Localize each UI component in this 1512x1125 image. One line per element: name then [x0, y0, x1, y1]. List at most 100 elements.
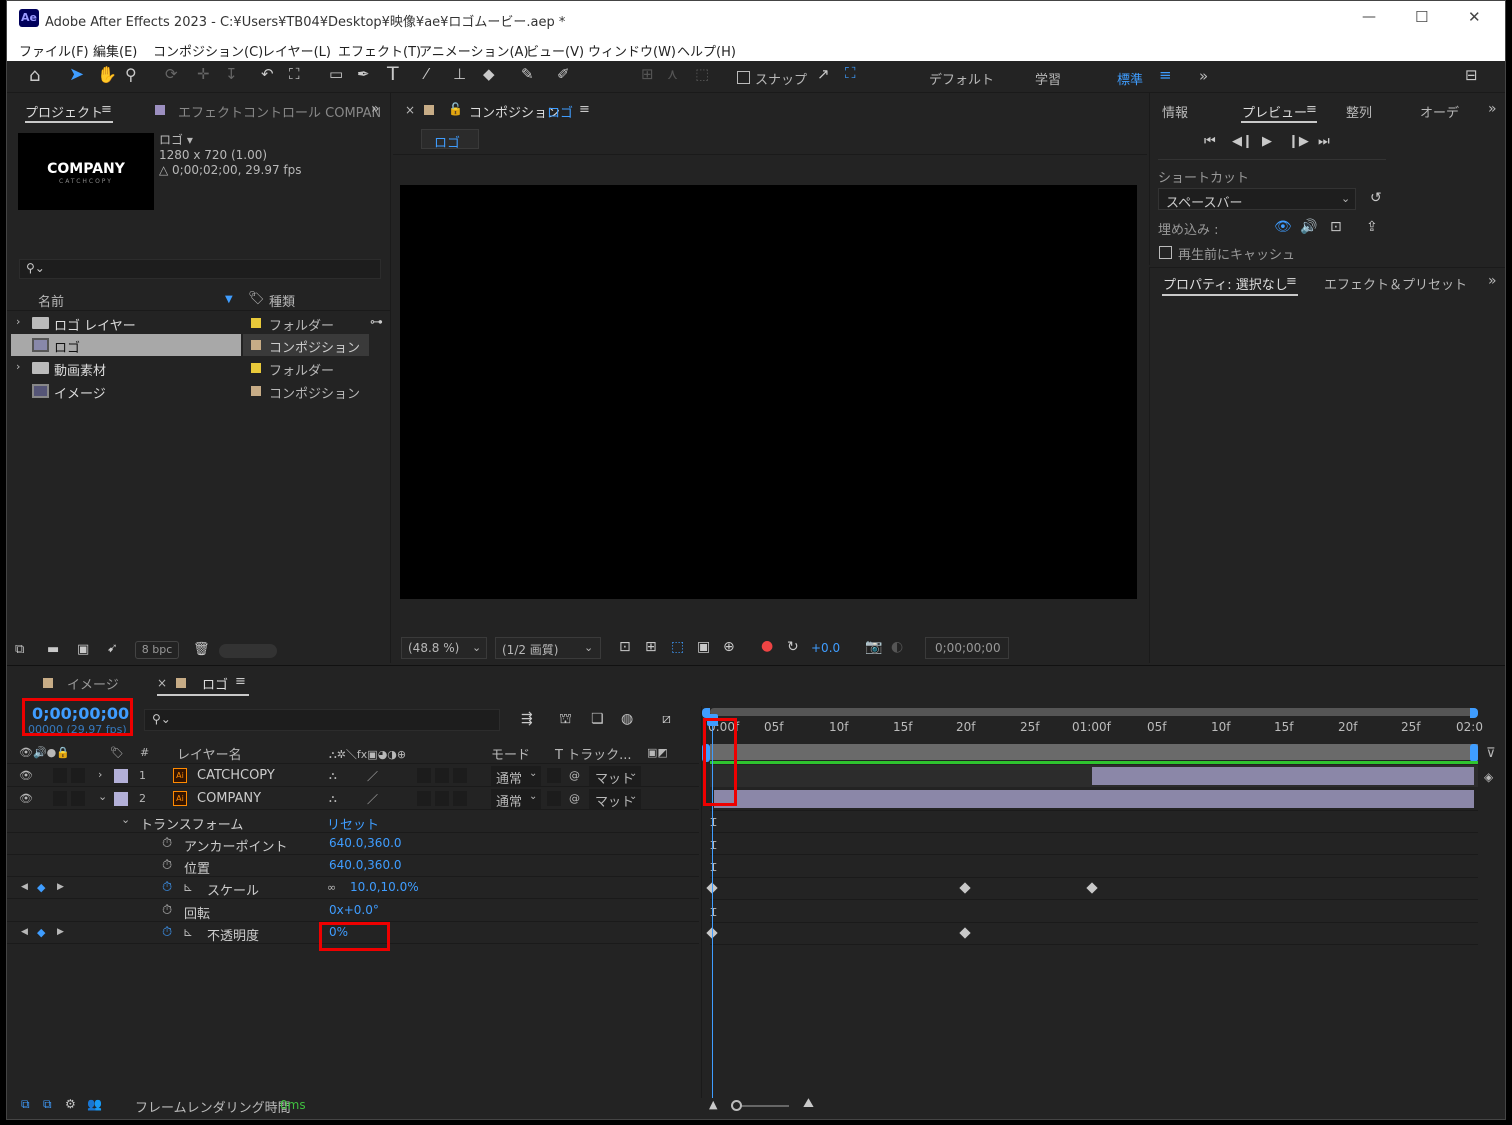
new-composition-icon[interactable]: ▣ [77, 643, 89, 656]
layer-search[interactable]: ⚲⌄ [144, 709, 500, 731]
matte-dropdown[interactable]: マット ⌄ [589, 766, 641, 787]
label-color-swatch[interactable] [114, 769, 128, 783]
tab-image-comp[interactable]: イメージ [67, 674, 119, 693]
audio-toggle-icon[interactable]: 🔊 [1300, 220, 1317, 234]
mode-dropdown[interactable]: 通常 ⌄ [491, 766, 541, 787]
last-frame-icon[interactable]: ⏭ [1318, 135, 1330, 148]
render-icon[interactable]: ➹ [107, 642, 118, 655]
menu-view[interactable]: ビュー(V) [526, 41, 584, 60]
first-frame-icon[interactable]: ⏮ [1204, 135, 1216, 148]
snapshot-icon[interactable]: 📷 [865, 640, 882, 654]
quality-switch-icon[interactable]: ／ [367, 791, 378, 807]
stopwatch-icon[interactable]: ⏱ [162, 836, 172, 851]
tab-menu-icon[interactable]: ≡ [579, 103, 590, 116]
quality-switch-icon[interactable]: ／ [367, 768, 378, 784]
dolly-tool-icon[interactable]: ↧ [225, 67, 238, 82]
label-color-swatch[interactable] [114, 792, 128, 806]
panel-more[interactable]: » [1488, 273, 1497, 289]
shy-switch-icon[interactable]: ⛬ [329, 792, 337, 806]
property-row-position[interactable]: ⏱ 位置 640.0,360.0 [7, 855, 699, 877]
lock-icon[interactable]: 🔓 [448, 102, 463, 116]
property-value[interactable]: 10.0,10.0% [350, 880, 419, 894]
timeline-timecode[interactable]: 0;00;00;00 [32, 704, 129, 723]
project-item[interactable]: › ロゴ レイヤー フォルダー [7, 312, 369, 334]
anchor-tool-icon[interactable]: ⛶ [289, 67, 300, 82]
tab-preview[interactable]: プレビュー [1242, 102, 1307, 121]
menu-file[interactable]: ファイル(F) [19, 41, 89, 60]
work-area-bar[interactable] [710, 708, 1478, 716]
zoom-tool-icon[interactable]: ⚲ [125, 67, 137, 83]
comp-breadcrumb[interactable]: ロゴ [434, 132, 460, 151]
menu-window[interactable]: ウィンドウ(W) [588, 41, 676, 60]
axis-local-icon[interactable]: ⊞ [641, 67, 654, 82]
layer-row[interactable]: 👁 › 1 Ai CATCHCOPY ⛬ ／ 通常 ⌄ @ マット ⌄ [7, 765, 699, 787]
home-icon[interactable]: ⌂ [29, 67, 40, 85]
workspace-menu-icon[interactable]: ≡ [1159, 68, 1172, 83]
menu-layer[interactable]: レイヤー(L) [262, 41, 331, 60]
eraser-tool-icon[interactable]: ◆ [483, 67, 495, 82]
selection-tool-icon[interactable]: ➤ [69, 66, 84, 84]
video-toggle-icon[interactable]: 👁 [1274, 220, 1292, 234]
reset-shortcut-icon[interactable]: ↺ [1370, 191, 1382, 205]
collapse-arrow-icon[interactable]: ⌄ [121, 813, 130, 826]
shy-switch-icon[interactable]: ⛬ [329, 769, 337, 783]
axis-world-icon[interactable]: ⋏ [667, 67, 678, 82]
draft-3d-icon[interactable]: ⛫ [559, 712, 572, 726]
stopwatch-active-icon[interactable]: ⏱ [162, 925, 172, 940]
fast-preview-icon[interactable]: ⊡ [619, 640, 631, 654]
roto-brush-tool-icon[interactable]: ✎ [521, 67, 534, 82]
keyframe-opacity-1[interactable] [959, 927, 971, 939]
property-row-rotation[interactable]: ⏱ 回転 0x+0.0° [7, 900, 699, 922]
matte-link-icon[interactable]: @ [569, 769, 580, 782]
timeline-graph-area[interactable]: 0:00f 05f 10f 15f 20f 25f 01:00f 05f 10f… [701, 706, 1496, 1098]
play-icon[interactable]: ▶ [1262, 135, 1272, 148]
stopwatch-icon[interactable]: ⏱ [162, 858, 172, 873]
graph-icon[interactable]: ⊾ [183, 880, 193, 894]
tab-project[interactable]: プロジェクト [25, 102, 103, 121]
matte-link-icon[interactable]: @ [569, 792, 580, 805]
frame-blending-icon[interactable]: ◍ [621, 712, 633, 726]
zoom-out-icon[interactable]: ▲ [709, 1099, 717, 1110]
search-help-icon[interactable]: ⊟ [1465, 68, 1478, 83]
mask-visibility-icon[interactable]: ⬚ [671, 640, 684, 654]
previous-keyframe-icon[interactable]: ◀ [21, 927, 28, 937]
shortcut-dropdown[interactable]: スペースバー ⌄ [1158, 188, 1356, 211]
composition-marker-icon[interactable]: ⊽ [1486, 746, 1496, 761]
exposure-value[interactable]: +0.0 [811, 641, 840, 655]
rectangle-tool-icon[interactable]: ▭ [329, 67, 343, 82]
tab-align[interactable]: 整列 [1346, 102, 1372, 121]
layer-switches-toggle-icon[interactable]: ⧉ [21, 1098, 30, 1110]
menu-animation[interactable]: アニメーション(A) [419, 41, 529, 60]
transparency-grid-icon[interactable]: ⊞ [645, 640, 657, 654]
menu-effect[interactable]: エフェクト(T) [338, 41, 421, 60]
tab-menu-icon[interactable]: ≡ [101, 103, 112, 116]
tab-audio[interactable]: オーデ [1420, 102, 1459, 121]
export-icon[interactable]: ⇪ [1366, 220, 1378, 234]
project-search[interactable]: ⚲⌄ [19, 259, 381, 279]
hand-tool-icon[interactable]: ✋ [97, 67, 117, 83]
keyframe-scale-1[interactable] [959, 882, 971, 894]
current-time-indicator[interactable] [712, 714, 713, 1098]
layer-bar-company[interactable] [714, 790, 1474, 808]
show-snapshot-icon[interactable]: ◐ [891, 640, 903, 654]
matte-dropdown[interactable]: マット ⌄ [589, 789, 641, 810]
region-of-interest-icon[interactable]: ▣ [697, 640, 710, 654]
cache-checkbox[interactable] [1159, 246, 1172, 259]
graph-icon[interactable]: ⊾ [183, 925, 193, 939]
pan-tool-icon[interactable]: ✛ [197, 67, 210, 82]
zoom-in-icon[interactable]: ⛰ [803, 1097, 814, 1110]
keyframe-scale-2[interactable] [1086, 882, 1098, 894]
puppet-pin-tool-icon[interactable]: ✐ [557, 67, 570, 82]
property-row-anchor[interactable]: ⏱ アンカーポイント 640.0,360.0 [7, 833, 699, 855]
tab-properties[interactable]: プロパティ: 選択なし [1163, 274, 1288, 293]
mode-dropdown[interactable]: 通常 ⌄ [491, 789, 541, 810]
tab-menu-icon[interactable]: ≡ [1306, 103, 1317, 116]
property-value[interactable]: 640.0,360.0 [329, 858, 402, 872]
stopwatch-active-icon[interactable]: ⏱ [162, 880, 172, 895]
expand-arrow-icon[interactable]: › [16, 315, 20, 328]
clone-stamp-tool-icon[interactable]: ⊥ [453, 67, 466, 82]
close-tab-icon[interactable]: × [157, 676, 167, 690]
tab-effects-presets[interactable]: エフェクト＆プリセット [1324, 274, 1467, 293]
label-tag-icon[interactable]: 🏷 [248, 291, 265, 306]
layer-row[interactable]: 👁 ⌄ 2 Ai COMPANY ⛬ ／ 通常 ⌄ @ マット ⌄ [7, 788, 699, 810]
